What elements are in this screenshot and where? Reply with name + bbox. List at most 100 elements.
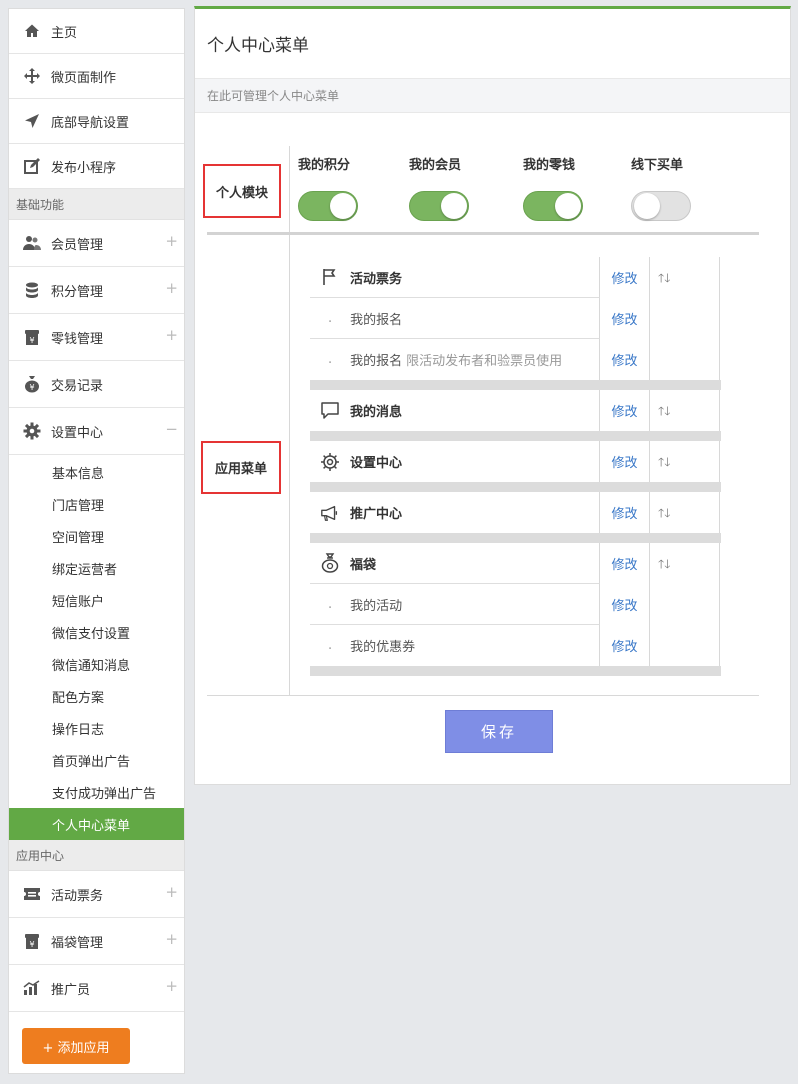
sidebar-item-transactions[interactable]: ¥ 交易记录 bbox=[9, 361, 184, 408]
bullet-dot: . bbox=[328, 352, 333, 367]
flag-icon bbox=[320, 267, 340, 287]
group-separator bbox=[310, 666, 721, 676]
expand-icon[interactable]: + bbox=[165, 280, 178, 296]
sort-arrows[interactable]: 🡑🡓 bbox=[650, 543, 720, 584]
expand-icon[interactable]: + bbox=[165, 884, 178, 900]
submenu-name: 我的活动 bbox=[350, 598, 403, 614]
submenu-name: 我的报名 bbox=[350, 312, 403, 328]
edit-link[interactable]: 修改 bbox=[600, 625, 650, 666]
sidebar-item-bottom-nav[interactable]: 底部导航设置 bbox=[9, 99, 184, 144]
main-panel: 个人中心菜单 在此可管理个人中心菜单 个人模块 应用菜单 我的积分 我的会员 我… bbox=[194, 6, 791, 785]
sidebar-item-label: 零钱管理 bbox=[51, 331, 104, 347]
menu-row-messages: 我的消息 修改 🡑🡓 bbox=[310, 390, 721, 431]
submenu-item[interactable]: 操作日志 bbox=[9, 712, 184, 744]
submenu-item[interactable]: 微信支付设置 bbox=[9, 616, 184, 648]
bullet-dot: . bbox=[328, 310, 333, 326]
settings-submenu: 基本信息 门店管理 空间管理 绑定运营者 短信账户 微信支付设置 微信通知消息 … bbox=[9, 455, 184, 840]
submenu-item[interactable]: 微信通知消息 bbox=[9, 648, 184, 680]
section-basic: 基础功能 bbox=[9, 189, 184, 220]
sidebar-item-home[interactable]: 主页 bbox=[9, 9, 184, 54]
sidebar-item-label: 设置中心 bbox=[51, 425, 104, 441]
submenu-item[interactable]: 短信账户 bbox=[9, 584, 184, 616]
expand-icon[interactable]: + bbox=[165, 978, 178, 994]
submenu-item[interactable]: 基本信息 bbox=[9, 456, 184, 488]
submenu-item-active[interactable]: 个人中心菜单 bbox=[9, 808, 184, 840]
section-apps: 应用中心 bbox=[9, 840, 184, 871]
sidebar-item-lucky-bag[interactable]: ¥ 福袋管理 + bbox=[9, 918, 184, 965]
submenu-item[interactable]: 绑定运营者 bbox=[9, 552, 184, 584]
menu-name: 活动票务 bbox=[350, 271, 403, 287]
edit-link[interactable]: 修改 bbox=[600, 584, 650, 625]
sort-arrows[interactable]: 🡑🡓 bbox=[650, 390, 720, 431]
menu-subrow: . 我的报名 限活动发布者和验票员使用 修改 bbox=[310, 339, 721, 380]
module-toggle[interactable] bbox=[298, 191, 358, 221]
sidebar-item-settings[interactable]: 设置中心 − bbox=[9, 408, 184, 455]
menu-row-tickets: 活动票务 修改 🡑🡓 bbox=[310, 257, 721, 298]
sidebar-item-micropage[interactable]: 微页面制作 bbox=[9, 54, 184, 99]
module-wallet: 我的零钱 bbox=[523, 154, 623, 221]
add-app-button[interactable]: + 添加应用 bbox=[22, 1028, 130, 1064]
sort-cell-empty bbox=[650, 584, 720, 625]
sidebar-item-label: 推广员 bbox=[51, 982, 91, 998]
sidebar-item-label: 活动票务 bbox=[51, 888, 104, 904]
module-points: 我的积分 bbox=[298, 154, 398, 221]
submenu-item[interactable]: 配色方案 bbox=[9, 680, 184, 712]
page-title: 个人中心菜单 bbox=[207, 36, 309, 56]
module-offline-pay: 线下买单 bbox=[631, 154, 731, 221]
submenu-item[interactable]: 首页弹出广告 bbox=[9, 744, 184, 776]
menu-name: 推广中心 bbox=[350, 507, 403, 522]
divider bbox=[207, 695, 759, 696]
gear-icon bbox=[320, 452, 340, 472]
expand-icon[interactable]: + bbox=[165, 327, 178, 343]
money-bag-icon: ¥ bbox=[23, 375, 41, 393]
sidebar-item-tickets[interactable]: 活动票务 + bbox=[9, 871, 184, 918]
submenu-item[interactable]: 空间管理 bbox=[9, 520, 184, 552]
sidebar-item-label: 会员管理 bbox=[51, 237, 104, 253]
sidebar-item-label: 微页面制作 bbox=[51, 70, 117, 86]
sidebar-item-promoters[interactable]: 推广员 + bbox=[9, 965, 184, 1012]
edit-link[interactable]: 修改 bbox=[600, 339, 650, 380]
module-toggle[interactable] bbox=[523, 191, 583, 221]
edit-link[interactable]: 修改 bbox=[600, 298, 650, 339]
submenu-name: 我的优惠券 bbox=[350, 640, 416, 655]
database-icon bbox=[23, 281, 41, 299]
app-menu-label: 应用菜单 bbox=[201, 441, 281, 494]
gear-icon bbox=[23, 422, 41, 440]
submenu-item[interactable]: 支付成功弹出广告 bbox=[9, 776, 184, 808]
menu-subrow: . 我的报名 修改 bbox=[310, 298, 721, 339]
edit-link[interactable]: 修改 bbox=[600, 492, 650, 533]
sort-arrows[interactable]: 🡑🡓 bbox=[650, 257, 720, 298]
message-icon bbox=[320, 401, 340, 421]
sort-arrows[interactable]: 🡑🡓 bbox=[650, 441, 720, 482]
sidebar-item-label: 主页 bbox=[51, 25, 78, 41]
edit-link[interactable]: 修改 bbox=[600, 543, 650, 584]
edit-link[interactable]: 修改 bbox=[600, 390, 650, 431]
submenu-item[interactable]: 门店管理 bbox=[9, 488, 184, 520]
menu-name: 我的消息 bbox=[350, 405, 403, 420]
module-toggle[interactable] bbox=[631, 191, 691, 221]
app-menu-table: 活动票务 修改 🡑🡓 . 我的报名 修改 . 我的报名 限活动发布者和验票员使用… bbox=[310, 257, 721, 676]
bullet-dot: . bbox=[328, 596, 333, 612]
group-separator bbox=[310, 533, 721, 543]
expand-icon[interactable]: + bbox=[165, 931, 178, 947]
svg-text:¥: ¥ bbox=[29, 940, 34, 949]
save-button[interactable]: 保存 bbox=[445, 710, 553, 753]
expand-icon[interactable]: + bbox=[165, 233, 178, 249]
sidebar-item-members[interactable]: 会员管理 + bbox=[9, 220, 184, 267]
megaphone-icon bbox=[320, 503, 340, 523]
module-label: 我的积分 bbox=[298, 158, 351, 173]
sidebar-item-publish[interactable]: 发布小程序 bbox=[9, 144, 184, 189]
sidebar-item-points[interactable]: 积分管理 + bbox=[9, 267, 184, 314]
sidebar-item-label: 底部导航设置 bbox=[51, 115, 130, 131]
sort-cell-empty bbox=[650, 298, 720, 339]
collapse-icon[interactable]: − bbox=[165, 421, 178, 437]
edit-link[interactable]: 修改 bbox=[600, 257, 650, 298]
divider bbox=[289, 146, 290, 696]
module-toggle[interactable] bbox=[409, 191, 469, 221]
edit-icon bbox=[23, 157, 41, 175]
bar-chart-icon bbox=[23, 979, 41, 997]
svg-text:¥: ¥ bbox=[29, 383, 34, 392]
sidebar-item-wallet[interactable]: ¥ 零钱管理 + bbox=[9, 314, 184, 361]
edit-link[interactable]: 修改 bbox=[600, 441, 650, 482]
sort-arrows[interactable]: 🡑🡓 bbox=[650, 492, 720, 533]
